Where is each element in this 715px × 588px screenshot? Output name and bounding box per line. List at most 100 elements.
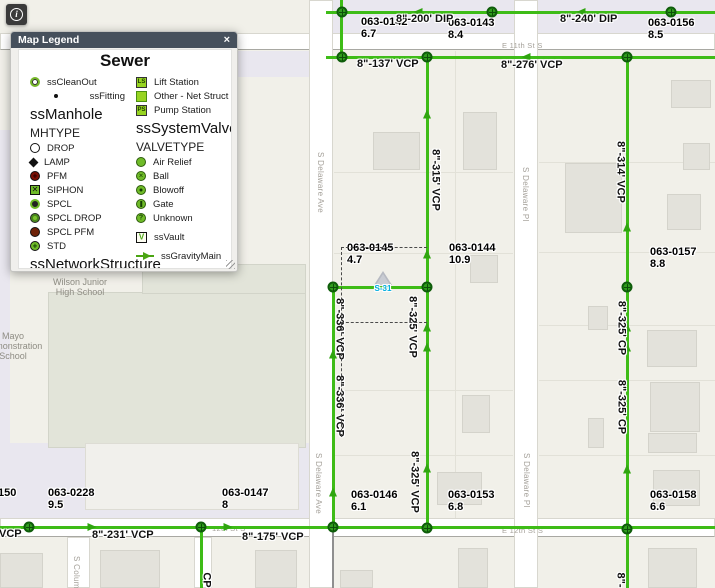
encroachment-boundary [341, 247, 427, 248]
blowoff-icon [136, 185, 146, 195]
legend-heading-ssnetworkstructure: ssNetworkStructure [30, 253, 125, 269]
pipe-label: 8"-240' DIP [560, 14, 617, 25]
gate-icon [136, 199, 146, 209]
manhole-id: 150 [0, 487, 16, 499]
manhole-label: 063-01438.4 [448, 17, 495, 41]
manhole-marker [666, 7, 677, 18]
flow-arrow-icon [423, 343, 431, 352]
building [0, 553, 43, 588]
parcel-line [334, 455, 513, 456]
manhole-label: 063-01536.8 [448, 489, 495, 513]
building [373, 132, 420, 170]
manhole-id: 063-0228 [48, 487, 95, 499]
legend-item-label: SPCL [47, 199, 72, 210]
manhole-depth: 8.4 [448, 29, 495, 41]
manhole-depth: 8.5 [648, 29, 695, 41]
icon-glyph: PS [137, 107, 145, 113]
manhole-id: 063-0144 [449, 242, 496, 254]
legend-item-pump-station: PS Pump Station [136, 103, 231, 117]
legend-item-sspressurizedmain: ssPressurizedMain [136, 268, 231, 269]
manhole-marker [487, 7, 498, 18]
pipe-label: 8"-231' VCP [92, 530, 154, 541]
lift-station-icon: LS [136, 77, 147, 88]
flow-arrow-icon [423, 323, 431, 332]
unknown-icon [136, 213, 146, 223]
legend-item-label: Air Relief [153, 157, 192, 168]
cleanout-icon [30, 77, 40, 87]
building [462, 395, 490, 433]
landuse-zone [238, 51, 309, 77]
pipe-label: 8"-325' VCP [409, 451, 420, 513]
legend-item-ball: Ball [136, 169, 231, 183]
legend-item-label: Pump Station [154, 105, 211, 116]
legend-right-column: LSLift StationOther - Net StructPSPump S… [125, 69, 231, 269]
manhole-label: 063-01478 [222, 487, 269, 511]
legend-panel-header[interactable]: Map Legend × [11, 32, 237, 48]
gravity-main-icon [136, 255, 154, 257]
street-label: S Columbia Ave [72, 556, 81, 588]
legend-heading-ssmanhole: ssManhole [30, 103, 125, 125]
legend-left-column: ssCleanOutssFittingssManholeMHTYPEDROPLA… [19, 69, 125, 269]
pipe-label: CP [201, 572, 212, 587]
legend-item-label: PFM [47, 171, 67, 182]
legend-item-label: Ball [153, 171, 169, 182]
manhole-marker [328, 522, 339, 533]
legend-item-label: ssFitting [90, 91, 125, 102]
manhole-id: 063-0158 [650, 489, 697, 501]
pipe-label: 8"-276' VCP [501, 60, 563, 71]
legend-heading-mhtype: MHTYPE [30, 125, 125, 141]
manhole-depth: 8.8 [650, 258, 697, 270]
pipe-label: 8"-325' CP [616, 380, 627, 434]
siphon-icon [30, 185, 40, 195]
fitting-icon [54, 94, 58, 98]
pump-station-icon: PS [136, 105, 147, 116]
legend-heading-sssystemvalve: ssSystemValve [136, 117, 231, 139]
legend-item-label: SIPHON [47, 185, 83, 196]
legend-item-label: SPCL DROP [47, 213, 102, 224]
sewer-gravity-main [326, 11, 715, 14]
manhole-label: 063-01578.8 [650, 246, 697, 270]
legend-item-label: Blowoff [153, 185, 184, 196]
manhole-label: 150 [0, 487, 16, 499]
close-icon[interactable]: × [224, 35, 230, 46]
other-net-struct-icon [136, 91, 147, 102]
street-label: S Delaware Pl [521, 167, 530, 222]
legend-item-spcl-drop: SPCL DROP [30, 211, 125, 225]
legend-heading-valvetype: VALVETYPE [136, 139, 231, 155]
street-label: E 11th St S [502, 41, 543, 50]
manhole-depth: 6.6 [650, 501, 697, 513]
info-button[interactable]: i [6, 4, 27, 25]
legend-item-air-relief: Air Relief [136, 155, 231, 169]
pipe-label: 8"-175' VCP [242, 532, 304, 543]
school-building [48, 292, 306, 448]
manhole-marker [337, 52, 348, 63]
legend-item-label: STD [47, 241, 66, 252]
flow-arrow-icon [423, 464, 431, 473]
casing-line [332, 531, 334, 588]
manhole-id: 063-0145 [347, 242, 394, 254]
building [667, 194, 701, 230]
encroachment-boundary [341, 322, 427, 323]
legend-item-label: Other - Net Struct [154, 91, 228, 102]
info-icon: i [10, 8, 23, 21]
resize-handle-icon[interactable] [226, 260, 235, 269]
legend-item-lamp: LAMP [30, 155, 125, 169]
pipe-label: VCP [0, 529, 22, 540]
manhole-marker [622, 282, 633, 293]
street-label: S Delaware Pl [522, 453, 531, 508]
legend-content[interactable]: Sewer ssCleanOutssFittingssManholeMHTYPE… [18, 49, 232, 269]
legend-item-ssvault: ssVault [136, 230, 231, 244]
manhole-depth: 6.7 [361, 28, 408, 40]
manhole-label: 063-01466.1 [351, 489, 398, 513]
legend-item-gate: Gate [136, 197, 231, 211]
manhole-id: 063-0143 [448, 17, 495, 29]
ball-icon [136, 171, 146, 181]
legend-item-ssfitting: ssFitting [30, 89, 125, 103]
legend-item-other-net-struct: Other - Net Struct [136, 89, 231, 103]
legend-item-label: ssVault [154, 232, 184, 243]
legend-item-label: Unknown [153, 213, 193, 224]
manhole-marker [622, 524, 633, 535]
manhole-id: 063-0146 [351, 489, 398, 501]
parcel-line [334, 172, 513, 173]
air-relief-icon [136, 157, 146, 167]
